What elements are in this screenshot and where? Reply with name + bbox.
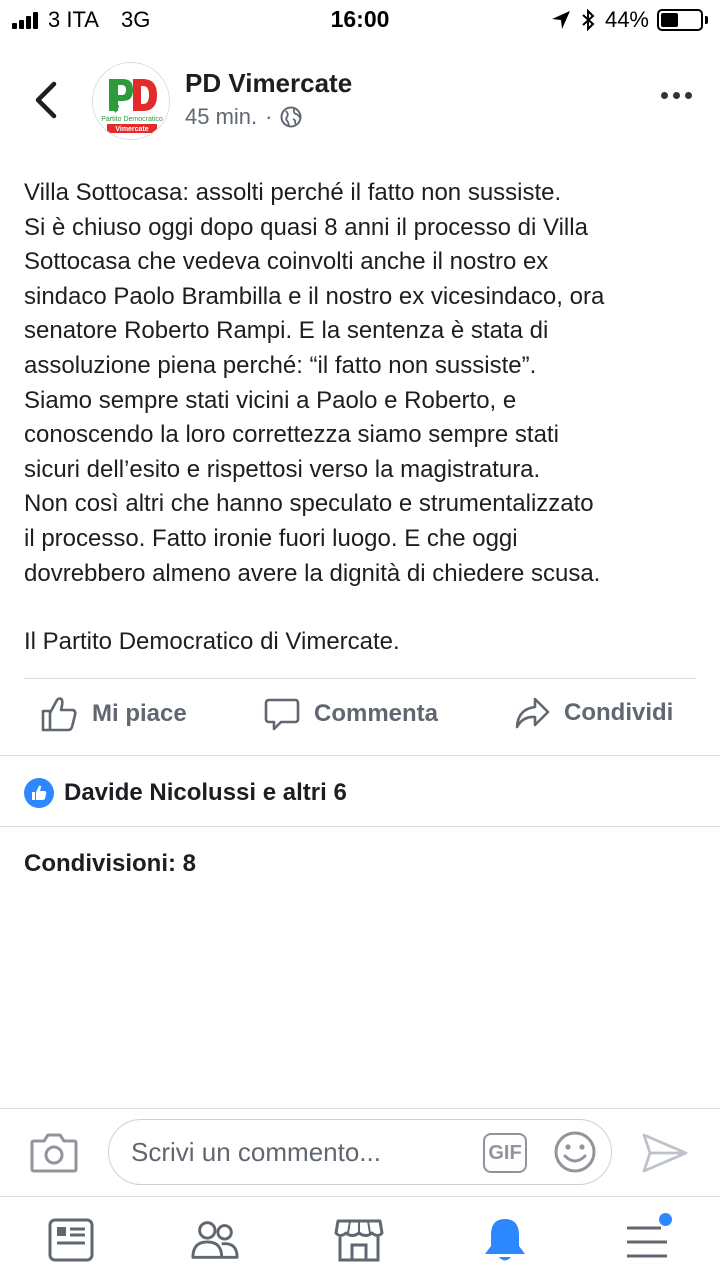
share-button[interactable]: Condividi (514, 696, 673, 730)
post-text-line: senatore Roberto Rampi. E la sentenza è … (24, 317, 549, 345)
gif-button[interactable]: GIF (483, 1133, 527, 1173)
menu-icon[interactable] (622, 1213, 672, 1265)
send-icon[interactable] (640, 1131, 690, 1175)
status-right: 44% (551, 7, 708, 33)
comment-button[interactable]: Commenta (264, 696, 438, 732)
tab-bar (0, 1196, 720, 1280)
post-actions: Mi piace Commenta Condividi (0, 690, 720, 750)
post-text-line: Si è chiuso oggi dopo quasi 8 anni il pr… (24, 213, 588, 241)
post-signature: Il Partito Democratico di Vimercate. (24, 628, 400, 656)
status-bar: 3 ITA 3G 16:00 44% (0, 0, 720, 40)
more-options-icon[interactable] (656, 92, 692, 99)
post-text-line: sindaco Paolo Brambilla e il nostro ex v… (24, 282, 605, 310)
comment-icon (264, 698, 300, 731)
post-text-line: sicuri dell’esito e rispettosi verso la … (24, 455, 541, 483)
battery-icon (657, 9, 703, 31)
comment-label: Commenta (314, 700, 439, 727)
globe-icon (280, 106, 302, 128)
divider (0, 826, 720, 827)
post-text-line: Siamo sempre stati vicini a Paolo e Robe… (24, 386, 517, 414)
divider (0, 755, 720, 756)
like-label: Mi piace (92, 700, 187, 727)
news-feed-icon[interactable] (46, 1215, 96, 1265)
shares-count[interactable]: Condivisioni: 8 (24, 850, 196, 878)
reactions-summary[interactable]: Davide Nicolussi e altri 6 (24, 778, 347, 808)
page-name[interactable]: PD Vimercate (185, 68, 352, 99)
divider (24, 678, 696, 679)
post-header: Partito Democratico Vimercate PD Vimerca… (0, 58, 720, 148)
marketplace-icon[interactable] (334, 1215, 384, 1265)
post-meta: 45 min. · (185, 104, 302, 130)
avatar-location: Vimercate (115, 126, 148, 133)
location-arrow-icon (551, 11, 570, 29)
like-reaction-icon (24, 778, 54, 808)
battery-percent: 44% (604, 7, 649, 32)
emoji-icon[interactable] (553, 1130, 597, 1174)
back-arrow-icon[interactable] (28, 78, 64, 122)
bluetooth-icon (582, 9, 595, 31)
post-text-line: dovrebbero almeno avere la dignità di ch… (24, 559, 601, 587)
thumbs-up-icon (41, 697, 77, 732)
comment-bar: Scrivi un commento... GIF (0, 1108, 720, 1196)
share-label: Condividi (564, 699, 674, 726)
comment-input[interactable]: Scrivi un commento... GIF (108, 1119, 612, 1185)
menu-badge (659, 1213, 672, 1226)
meta-separator: · (265, 104, 273, 129)
post-text-line: assoluzione piena perché: “il fatto non … (24, 351, 537, 379)
post-text-line: Villa Sottocasa: assolti perché il fatto… (24, 179, 562, 206)
pd-logo-icon: Partito Democratico Vimercate (101, 79, 163, 133)
like-button[interactable]: Mi piace (40, 696, 187, 732)
reactions-text: Davide Nicolussi e altri 6 (64, 779, 347, 806)
post-text-line: conoscendo la loro correttezza siamo sem… (24, 421, 559, 449)
comment-placeholder: Scrivi un commento... (131, 1137, 381, 1167)
avatar-caption: Partito Democratico (101, 116, 163, 123)
share-arrow-icon (515, 697, 550, 729)
post-text-line: Non così altri che hanno speculato e str… (24, 490, 594, 518)
post-time[interactable]: 45 min. (185, 104, 257, 130)
notifications-icon[interactable] (480, 1215, 530, 1265)
friends-icon[interactable] (190, 1215, 240, 1265)
post-text-line: Sottocasa che vedeva coinvolti anche il … (24, 248, 549, 276)
page-avatar[interactable]: Partito Democratico Vimercate (92, 62, 170, 140)
post-text-line: il processo. Fatto ironie fuori luogo. E… (24, 524, 518, 552)
post-text: Villa Sottocasa: assolti perché il fatto… (24, 176, 704, 660)
camera-icon[interactable] (30, 1131, 78, 1173)
